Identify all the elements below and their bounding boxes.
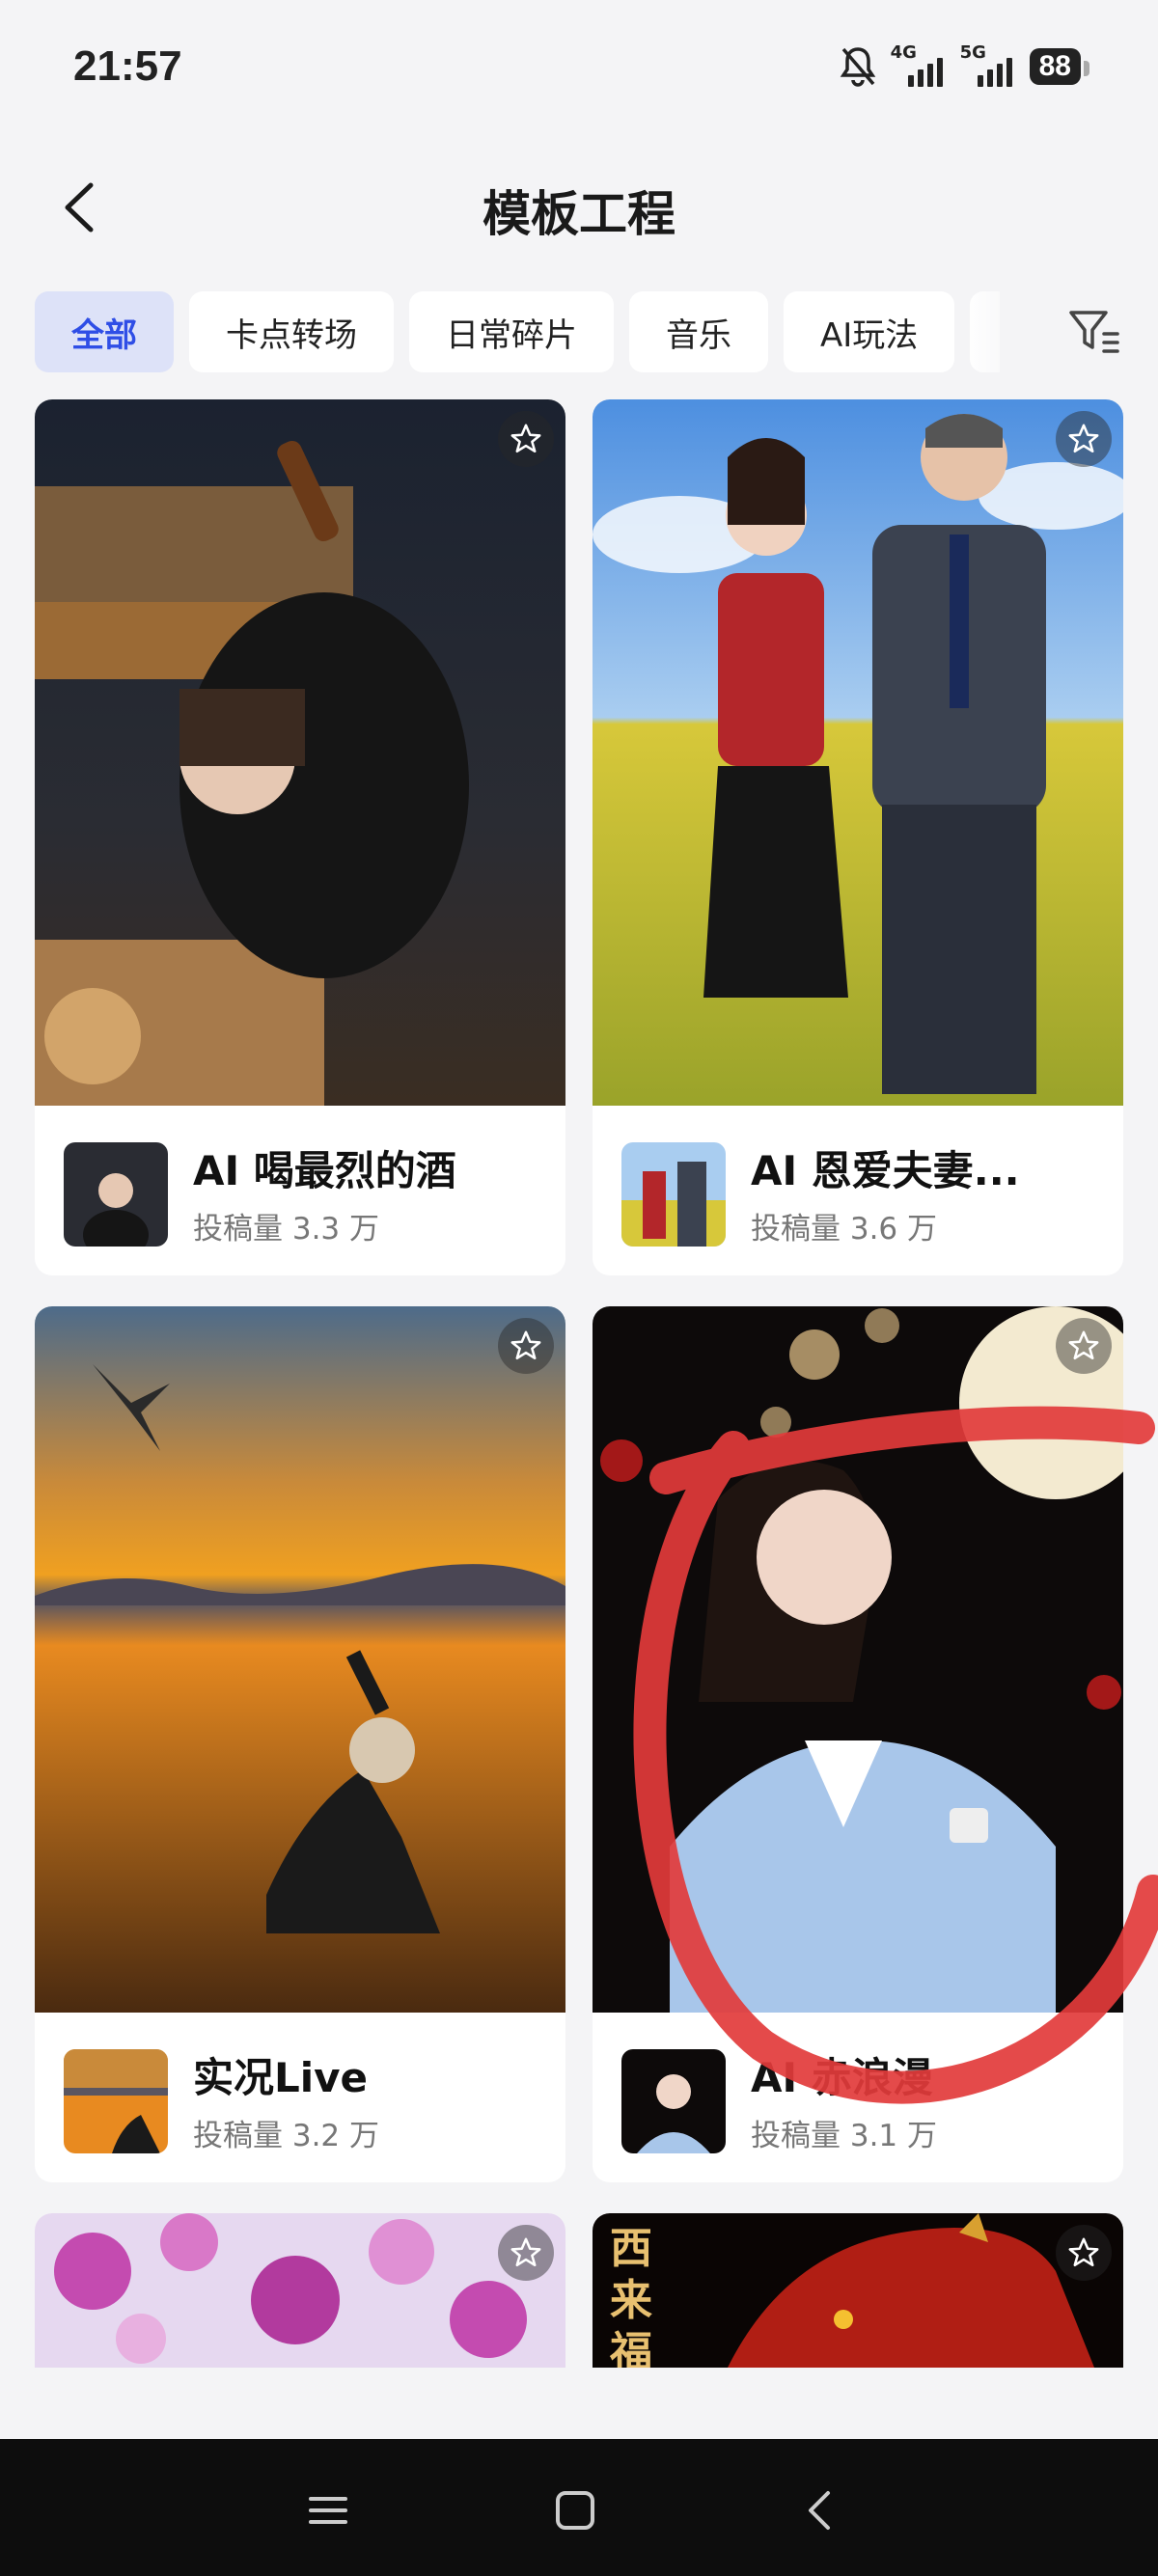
card-title: AI 赤浪漫 [751,2054,933,2101]
template-card-couple[interactable]: AI 恩爱夫妻... 投稿量 3.6 万 [593,399,1123,1275]
template-card-dragon[interactable]: 西来福 [593,2213,1123,2368]
category-tabs: 全部 卡点转场 日常碎片 音乐 AI玩法 萌 [35,291,1000,372]
tabs-fade [965,291,1071,372]
card-meta: AI 赤浪漫 投稿量 3.1 万 [593,2013,1123,2182]
template-thumbnail [593,2213,1123,2368]
card-count: 投稿量 3.2 万 [193,2119,380,2153]
star-icon [1068,424,1099,453]
card-count: 投稿量 3.3 万 [193,1212,380,1247]
signal-4g-icon: 4G [891,44,947,89]
back-nav-icon[interactable] [791,2481,849,2539]
card-meta: AI 喝最烈的酒 投稿量 3.3 万 [35,1106,565,1275]
template-thumbnail [593,1306,1123,2013]
card-count: 投稿量 3.6 万 [751,1212,938,1247]
card-title: AI 喝最烈的酒 [193,1147,456,1194]
template-card-romance[interactable]: AI 赤浪漫 投稿量 3.1 万 [593,1306,1123,2182]
status-time: 21:57 [73,42,182,90]
favorite-star-button[interactable] [498,1318,554,1374]
menu-icon[interactable] [299,2481,357,2539]
star-icon [510,2237,541,2267]
favorite-star-button[interactable] [498,411,554,467]
card-count: 投稿量 3.1 万 [751,2119,938,2153]
tab-all[interactable]: 全部 [35,291,174,372]
filter-button[interactable] [1065,303,1123,361]
tab-beat-transition[interactable]: 卡点转场 [189,291,394,372]
battery-icon: 88 [1029,48,1090,85]
dragon-overlay-text: 西来福 [610,2224,652,2368]
template-thumbnail [35,2213,565,2368]
tab-daily-fragments[interactable]: 日常碎片 [409,291,614,372]
filter-icon [1069,311,1119,353]
annotation-circle [633,1406,1158,2104]
star-icon [1068,2237,1099,2267]
template-thumbnail [35,1306,565,2013]
mute-bell-icon [840,47,875,87]
avatar [64,2049,168,2153]
card-title: AI 恩爱夫妻... [751,1147,1020,1194]
star-icon [510,424,541,453]
template-card-magnolia[interactable] [35,2213,565,2368]
favorite-star-button[interactable] [498,2225,554,2281]
card-meta: 实况Live 投稿量 3.2 万 [35,2013,565,2182]
favorite-star-button[interactable] [1056,411,1112,467]
template-card-drink[interactable]: AI 喝最烈的酒 投稿量 3.3 万 [35,399,565,1275]
star-icon [510,1330,541,1360]
card-title: 实况Live [193,2054,369,2101]
star-icon [1068,1330,1099,1360]
system-nav-bar [0,2439,1158,2576]
status-icons: 4G 5G 88 [839,42,1090,91]
tab-ai-play[interactable]: AI玩法 [784,291,955,372]
avatar [621,2049,726,2153]
template-thumbnail [593,399,1123,1106]
favorite-star-button[interactable] [1056,2225,1112,2281]
template-card-live[interactable]: 实况Live 投稿量 3.2 万 [35,1306,565,2182]
status-bar: 21:57 4G 5G 88 [0,0,1158,135]
tab-music[interactable]: 音乐 [629,291,768,372]
signal-5g-icon: 5G [960,44,1016,89]
battery-level: 88 [1038,50,1071,82]
template-thumbnail [35,399,565,1106]
home-icon[interactable] [546,2481,604,2539]
avatar [64,1142,168,1247]
favorite-star-button[interactable] [1056,1318,1112,1374]
header: 模板工程 [0,154,1158,260]
page-title: 模板工程 [482,186,676,242]
avatar [621,1142,726,1247]
card-meta: AI 恩爱夫妻... 投稿量 3.6 万 [593,1106,1123,1275]
